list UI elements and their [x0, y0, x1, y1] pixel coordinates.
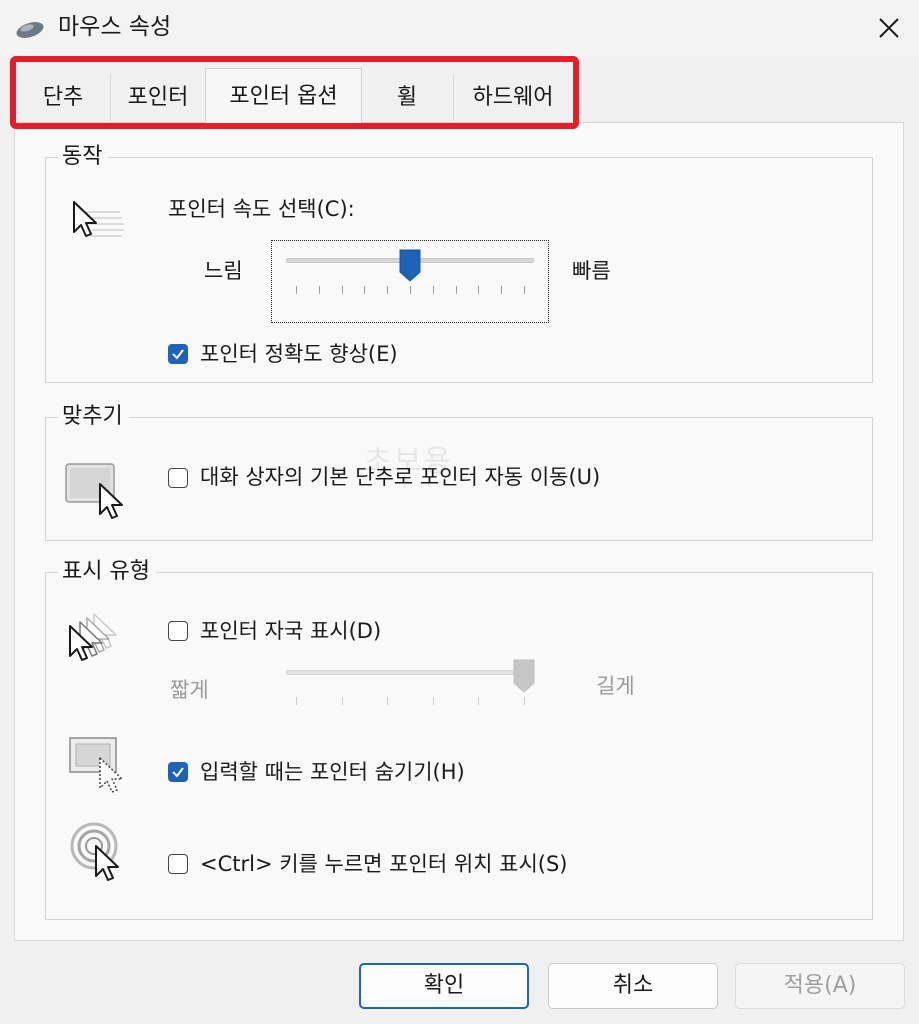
pointer-speed-icon — [66, 198, 126, 250]
slider-tick — [342, 286, 343, 294]
slider-tick — [478, 286, 479, 294]
pointer-trails-label[interactable]: 포인터 자국 표시(D) — [200, 617, 381, 645]
pointer-trails-icon — [64, 610, 134, 670]
hide-typing-label[interactable]: 입력할 때는 포인터 숨기기(H) — [200, 758, 465, 786]
visibility-group-title: 표시 유형 — [58, 558, 156, 586]
slider-tick — [342, 697, 343, 705]
close-button[interactable] — [866, 8, 912, 48]
slider-tick — [410, 286, 411, 294]
slider-tick — [364, 286, 365, 294]
pointer-trails-checkbox[interactable] — [168, 621, 188, 641]
check-icon — [172, 767, 184, 778]
slider-tick — [433, 286, 434, 294]
slider-tick — [296, 286, 297, 294]
trails-short-label: 짧게 — [170, 678, 209, 702]
tab-buttons[interactable]: 단추 — [16, 74, 111, 121]
ok-button[interactable]: 확인 — [359, 963, 529, 1009]
slider-tick — [387, 286, 388, 294]
precision-checkbox[interactable] — [168, 344, 188, 364]
window-title: 마우스 속성 — [58, 14, 172, 40]
hide-typing-checkbox[interactable] — [168, 762, 188, 782]
snap-to-icon — [64, 462, 134, 526]
slider-tick — [456, 286, 457, 294]
speed-slider-thumb[interactable] — [398, 248, 422, 282]
motion-group-title: 동작 — [58, 143, 109, 171]
check-icon — [172, 349, 184, 360]
trails-long-label: 길게 — [596, 674, 635, 698]
tab-pointer-options[interactable]: 포인터 옵션 — [205, 68, 362, 124]
ctrl-location-label[interactable]: <Ctrl> 키를 누르면 포인터 위치 표시(S) — [200, 850, 568, 878]
trails-slider-ticks — [296, 697, 525, 707]
fast-label: 빠름 — [572, 259, 611, 283]
mouse-icon — [14, 19, 46, 41]
slider-tick — [501, 286, 502, 294]
slider-tick — [296, 697, 297, 705]
snap-to-label[interactable]: 대화 상자의 기본 단추로 포인터 자동 이동(U) — [200, 463, 600, 491]
slider-tick — [524, 697, 525, 705]
ctrl-location-icon — [68, 820, 128, 890]
tab-hardware[interactable]: 하드웨어 — [454, 74, 572, 121]
slider-tick — [433, 697, 434, 705]
speed-slider-ticks — [296, 286, 525, 296]
pointer-speed-label: 포인터 속도 선택(C): — [168, 197, 355, 221]
slider-tick — [387, 697, 388, 705]
ctrl-location-checkbox[interactable] — [168, 854, 188, 874]
cancel-button[interactable]: 취소 — [548, 963, 718, 1009]
apply-button[interactable]: 적용(A) — [735, 963, 905, 1009]
trails-slider-track[interactable] — [286, 670, 534, 675]
tab-pointers[interactable]: 포인터 — [111, 74, 206, 121]
slider-tick — [524, 286, 525, 294]
trails-slider-thumb[interactable] — [512, 658, 536, 694]
snap-to-group-title: 맞추기 — [58, 403, 129, 431]
slider-tick — [319, 286, 320, 294]
slider-tick — [478, 697, 479, 705]
tab-wheel[interactable]: 휠 — [361, 74, 454, 121]
close-icon — [879, 18, 899, 38]
snap-to-checkbox[interactable] — [168, 468, 188, 488]
hide-typing-icon — [66, 736, 128, 800]
slow-label: 느림 — [204, 259, 243, 283]
precision-label[interactable]: 포인터 정확도 향상(E) — [200, 340, 398, 368]
